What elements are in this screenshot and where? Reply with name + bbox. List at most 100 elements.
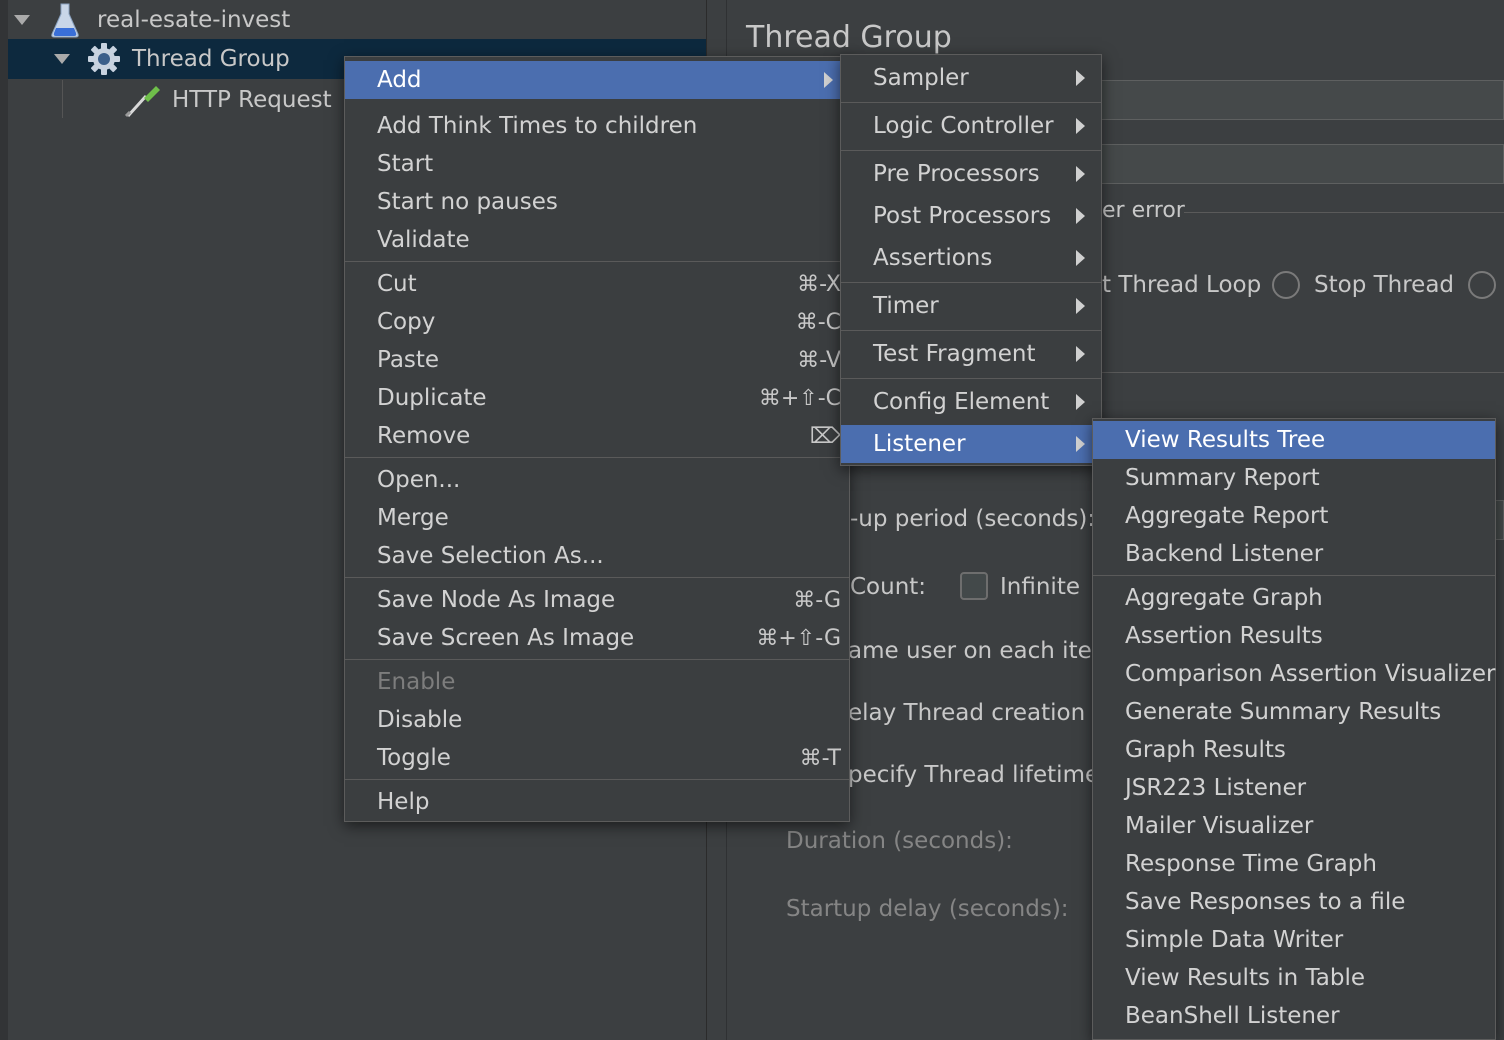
stop-thread-radio[interactable] — [1272, 271, 1300, 299]
menu-item-paste[interactable]: Paste ⌘-V — [345, 341, 849, 379]
menu-item-label: Duplicate — [377, 385, 487, 411]
menu-item-assertion-results[interactable]: Assertion Results — [1093, 617, 1495, 655]
menu-item-label: Generate Summary Results — [1125, 699, 1442, 725]
menu-item-start[interactable]: Start — [345, 145, 849, 183]
submenu-arrow-icon — [824, 72, 833, 88]
menu-item-label: Test Fragment — [873, 341, 1036, 367]
menu-item-label: Merge — [377, 505, 449, 531]
menu-item-copy[interactable]: Copy ⌘-C — [345, 303, 849, 341]
menu-item-label: Start no pauses — [377, 189, 558, 215]
menu-item-mailer-visualizer[interactable]: Mailer Visualizer — [1093, 807, 1495, 845]
loop-count-label: Count: — [850, 574, 927, 600]
menu-item-save-screen-image[interactable]: Save Screen As Image ⌘+⇧-G — [345, 619, 849, 657]
submenu-arrow-icon — [1076, 436, 1085, 452]
stop-test-radio[interactable] — [1468, 271, 1496, 299]
menu-item-merge[interactable]: Merge — [345, 499, 849, 537]
expand-triangle-icon[interactable] — [54, 54, 70, 64]
menu-item-jsr223-listener[interactable]: JSR223 Listener — [1093, 769, 1495, 807]
menu-item-validate[interactable]: Validate — [345, 221, 849, 259]
menu-item-label: JSR223 Listener — [1125, 775, 1307, 801]
tree-node-test-plan[interactable]: real-esate-invest — [10, 0, 706, 40]
menu-item-label: Assertion Results — [1125, 623, 1323, 649]
ramp-up-field[interactable] — [1495, 500, 1504, 540]
menu-separator — [345, 457, 849, 458]
menu-item-label: Pre Processors — [873, 161, 1040, 187]
menu-item-response-time-graph[interactable]: Response Time Graph — [1093, 845, 1495, 883]
menu-item-comparison-assertion-visualizer[interactable]: Comparison Assertion Visualizer — [1093, 655, 1495, 693]
menu-separator — [841, 102, 1101, 103]
menu-item-config-element[interactable]: Config Element — [841, 383, 1101, 421]
duration-label: Duration (seconds): — [786, 828, 1013, 854]
menu-item-label: Assertions — [873, 245, 993, 271]
menu-item-label: Add — [377, 67, 422, 93]
menu-item-remove[interactable]: Remove ⌦ — [345, 417, 849, 455]
menu-item-save-node-image[interactable]: Save Node As Image ⌘-G — [345, 581, 849, 619]
menu-item-logic-controller[interactable]: Logic Controller — [841, 107, 1101, 145]
menu-item-label: Timer — [873, 293, 939, 319]
menu-item-label: Save Selection As... — [377, 543, 604, 569]
menu-item-help[interactable]: Help — [345, 783, 849, 821]
menu-item-pre-processors[interactable]: Pre Processors — [841, 155, 1101, 193]
menu-item-aggregate-report[interactable]: Aggregate Report — [1093, 497, 1495, 535]
menu-item-label: Paste — [377, 347, 440, 373]
editor-title: Thread Group — [746, 20, 952, 55]
start-next-thread-loop-label: t Thread Loop — [1102, 272, 1262, 298]
expand-triangle-icon[interactable] — [14, 15, 30, 25]
tree-node-http-request[interactable]: HTTP Request — [60, 80, 360, 120]
menu-item-cut[interactable]: Cut ⌘-X — [345, 265, 849, 303]
menu-item-graph-results[interactable]: Graph Results — [1093, 731, 1495, 769]
menu-item-shortcut: ⌘-C — [795, 309, 841, 335]
menu-item-timer[interactable]: Timer — [841, 287, 1101, 325]
thread-lifetime-label: pecify Thread lifetime — [848, 762, 1100, 788]
menu-item-simple-data-writer[interactable]: Simple Data Writer — [1093, 921, 1495, 959]
menu-separator — [841, 378, 1101, 379]
menu-item-label: Sampler — [873, 65, 969, 91]
menu-item-summary-report[interactable]: Summary Report — [1093, 459, 1495, 497]
menu-item-label: Post Processors — [873, 203, 1052, 229]
name-field[interactable] — [1100, 80, 1504, 120]
error-group-border — [1184, 212, 1504, 213]
submenu-arrow-icon — [1076, 346, 1085, 362]
menu-item-label: Config Element — [873, 389, 1050, 415]
menu-separator — [841, 282, 1101, 283]
infinite-checkbox[interactable] — [960, 572, 988, 600]
menu-item-save-responses[interactable]: Save Responses to a file — [1093, 883, 1495, 921]
menu-item-assertions[interactable]: Assertions — [841, 239, 1101, 277]
menu-item-open[interactable]: Open... — [345, 461, 849, 499]
menu-item-view-results-tree[interactable]: View Results Tree — [1093, 421, 1495, 459]
menu-item-enable: Enable — [345, 663, 849, 701]
menu-item-label: View Results Tree — [1125, 427, 1326, 453]
menu-separator — [345, 577, 849, 578]
menu-item-save-selection[interactable]: Save Selection As... — [345, 537, 849, 575]
menu-item-start-no-pauses[interactable]: Start no pauses — [345, 183, 849, 221]
left-toolbar-strip — [0, 0, 8, 1040]
menu-item-disable[interactable]: Disable — [345, 701, 849, 739]
menu-item-label: Listener — [873, 431, 966, 457]
menu-separator — [841, 150, 1101, 151]
menu-item-label: Backend Listener — [1125, 541, 1324, 567]
menu-item-view-results-table[interactable]: View Results in Table — [1093, 959, 1495, 997]
menu-item-aggregate-graph[interactable]: Aggregate Graph — [1093, 579, 1495, 617]
menu-item-generate-summary-results[interactable]: Generate Summary Results — [1093, 693, 1495, 731]
menu-item-label: Remove — [377, 423, 471, 449]
menu-item-sampler[interactable]: Sampler — [841, 59, 1101, 97]
menu-item-listener[interactable]: Listener — [841, 425, 1101, 463]
menu-item-toggle[interactable]: Toggle ⌘-T — [345, 739, 849, 777]
menu-item-add[interactable]: Add — [345, 61, 849, 99]
tree-node-label: real-esate-invest — [97, 7, 291, 33]
properties-group-border — [1100, 372, 1504, 373]
delay-thread-label: elay Thread creation u — [848, 700, 1092, 726]
menu-item-label: Enable — [377, 669, 456, 695]
menu-item-label: View Results in Table — [1125, 965, 1366, 991]
menu-item-test-fragment[interactable]: Test Fragment — [841, 335, 1101, 373]
menu-item-label: Cut — [377, 271, 417, 297]
menu-item-add-think-times[interactable]: Add Think Times to children — [345, 107, 849, 145]
comments-field[interactable] — [1100, 144, 1504, 184]
menu-item-beanshell-listener[interactable]: BeanShell Listener — [1093, 997, 1495, 1035]
menu-item-shortcut: ⌘+⇧-C — [758, 385, 841, 411]
submenu-arrow-icon — [1076, 166, 1085, 182]
menu-item-post-processors[interactable]: Post Processors — [841, 197, 1101, 235]
context-menu: Add Add Think Times to children Start St… — [344, 56, 850, 822]
menu-item-backend-listener[interactable]: Backend Listener — [1093, 535, 1495, 573]
menu-item-duplicate[interactable]: Duplicate ⌘+⇧-C — [345, 379, 849, 417]
